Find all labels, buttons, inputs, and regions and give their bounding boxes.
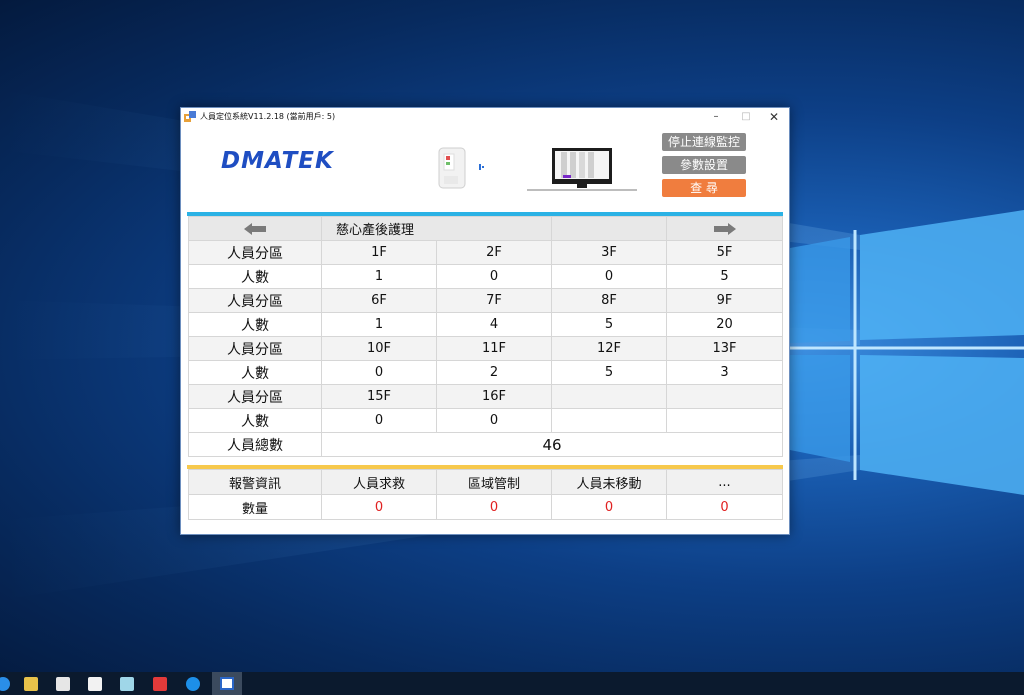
count-cell: 0 bbox=[321, 408, 437, 433]
count-label: 人數 bbox=[188, 360, 322, 385]
alarm-quantity-label: 數量 bbox=[188, 494, 322, 520]
zone-cell[interactable]: 8F bbox=[551, 288, 668, 313]
alarm-column-zone-control: 區域管制 bbox=[436, 469, 552, 495]
zone-cell bbox=[551, 384, 668, 409]
zone-cell[interactable]: 1F bbox=[321, 240, 437, 265]
zone-cell[interactable]: 11F bbox=[435, 336, 553, 361]
locator-app-icon bbox=[220, 677, 234, 690]
zone-cell[interactable]: 9F bbox=[666, 288, 784, 313]
alarm-value[interactable]: 0 bbox=[321, 494, 437, 520]
alarm-header-row: 報警資訊 人員求救 區域管制 人員未移動 ... bbox=[188, 469, 783, 495]
count-cell: 5 bbox=[551, 360, 668, 385]
title-bar: 人員定位系統V11.2.18 (當前用戶: 5) – □ ✕ bbox=[181, 108, 789, 126]
edge-browser-icon[interactable] bbox=[0, 677, 10, 691]
mail-icon[interactable] bbox=[88, 677, 102, 691]
zone-cell[interactable]: 6F bbox=[321, 288, 437, 313]
count-cell: 0 bbox=[551, 264, 668, 289]
zone-cell bbox=[666, 384, 784, 409]
alarm-value-row: 數量 0 0 0 0 bbox=[188, 494, 783, 520]
alarm-title: 報警資訊 bbox=[188, 469, 322, 495]
alarm-column-no-movement: 人員未移動 bbox=[551, 469, 667, 495]
count-cell: 4 bbox=[435, 312, 553, 337]
app-icon bbox=[184, 111, 196, 122]
zone-row: 人員分區 1F 2F 3F 5F bbox=[188, 240, 784, 265]
count-cell: 5 bbox=[551, 312, 668, 337]
count-row: 人數 1 0 0 5 bbox=[188, 264, 784, 289]
teamviewer-icon[interactable] bbox=[186, 677, 200, 691]
close-button[interactable]: ✕ bbox=[759, 108, 789, 126]
notes-app-icon[interactable] bbox=[120, 677, 134, 691]
maximize-button[interactable]: □ bbox=[731, 108, 761, 126]
remote-app-icon[interactable] bbox=[153, 677, 167, 691]
store-icon[interactable] bbox=[56, 677, 70, 691]
zone-row: 人員分區 6F 7F 8F 9F bbox=[188, 288, 784, 313]
zone-label: 人員分區 bbox=[188, 240, 322, 265]
taskbar bbox=[0, 672, 1024, 695]
monitor-icon bbox=[527, 148, 637, 191]
zone-cell[interactable]: 15F bbox=[321, 384, 437, 409]
alarm-value[interactable]: 0 bbox=[551, 494, 667, 520]
count-row: 人數 0 2 5 3 bbox=[188, 360, 784, 385]
group-title: 慈心產後護理 bbox=[320, 216, 553, 241]
prev-page-cell[interactable] bbox=[188, 216, 322, 241]
count-label: 人數 bbox=[188, 264, 322, 289]
zone-cell[interactable]: 7F bbox=[435, 288, 553, 313]
app-window: 人員定位系統V11.2.18 (當前用戶: 5) – □ ✕ DMATEK 停止… bbox=[180, 107, 790, 535]
active-app-taskbar-item[interactable] bbox=[212, 672, 242, 695]
count-cell: 3 bbox=[666, 360, 784, 385]
count-cell: 0 bbox=[435, 264, 553, 289]
zone-table: 慈心產後護理 人員分區 1F 2F 3F 5F 人數 1 0 0 5 人員分區 … bbox=[188, 216, 784, 457]
zone-label: 人員分區 bbox=[188, 336, 322, 361]
count-cell: 0 bbox=[321, 360, 437, 385]
locator-device-icon bbox=[438, 147, 484, 189]
alarm-table: 報警資訊 人員求救 區域管制 人員未移動 ... 數量 0 0 0 0 bbox=[188, 469, 783, 520]
table-header-row: 慈心產後護理 bbox=[188, 216, 784, 241]
window-title: 人員定位系統V11.2.18 (當前用戶: 5) bbox=[200, 112, 336, 121]
count-cell bbox=[666, 408, 784, 433]
count-cell: 5 bbox=[666, 264, 784, 289]
zone-cell[interactable]: 13F bbox=[666, 336, 784, 361]
arrow-right-icon[interactable] bbox=[713, 222, 736, 235]
count-cell: 1 bbox=[321, 264, 437, 289]
count-row: 人數 0 0 bbox=[188, 408, 784, 433]
stop-monitor-button[interactable]: 停止連線監控 bbox=[662, 133, 746, 151]
count-label: 人數 bbox=[188, 408, 322, 433]
zone-row: 人員分區 15F 16F bbox=[188, 384, 784, 409]
zone-cell[interactable]: 2F bbox=[435, 240, 553, 265]
file-explorer-icon[interactable] bbox=[24, 677, 38, 691]
total-label: 人員總數 bbox=[188, 432, 322, 457]
windows-logo bbox=[790, 210, 1024, 495]
next-page-cell[interactable] bbox=[666, 216, 784, 241]
zone-cell[interactable]: 5F bbox=[666, 240, 784, 265]
count-cell: 0 bbox=[435, 408, 553, 433]
zone-row: 人員分區 10F 11F 12F 13F bbox=[188, 336, 784, 361]
alarm-column-more: ... bbox=[666, 469, 783, 495]
zone-cell[interactable]: 12F bbox=[551, 336, 668, 361]
count-label: 人數 bbox=[188, 312, 322, 337]
zone-label: 人員分區 bbox=[188, 384, 322, 409]
zone-cell[interactable]: 16F bbox=[435, 384, 553, 409]
total-count: 46 bbox=[320, 432, 784, 457]
minimize-button[interactable]: – bbox=[701, 108, 731, 126]
header-empty-cell bbox=[551, 216, 668, 241]
query-button[interactable]: 查 尋 bbox=[662, 179, 746, 197]
total-row: 人員總數 46 bbox=[188, 432, 784, 457]
count-cell: 20 bbox=[666, 312, 784, 337]
count-cell: 1 bbox=[321, 312, 437, 337]
alarm-column-sos: 人員求救 bbox=[321, 469, 437, 495]
alarm-value[interactable]: 0 bbox=[436, 494, 552, 520]
count-cell bbox=[551, 408, 668, 433]
dmatek-logo: DMATEK bbox=[221, 148, 334, 174]
count-cell: 2 bbox=[435, 360, 553, 385]
alarm-value[interactable]: 0 bbox=[666, 494, 783, 520]
settings-button[interactable]: 參數設置 bbox=[662, 156, 746, 174]
zone-cell[interactable]: 3F bbox=[551, 240, 668, 265]
arrow-left-icon[interactable] bbox=[244, 222, 266, 235]
count-row: 人數 1 4 5 20 bbox=[188, 312, 784, 337]
zone-label: 人員分區 bbox=[188, 288, 322, 313]
zone-cell[interactable]: 10F bbox=[321, 336, 437, 361]
